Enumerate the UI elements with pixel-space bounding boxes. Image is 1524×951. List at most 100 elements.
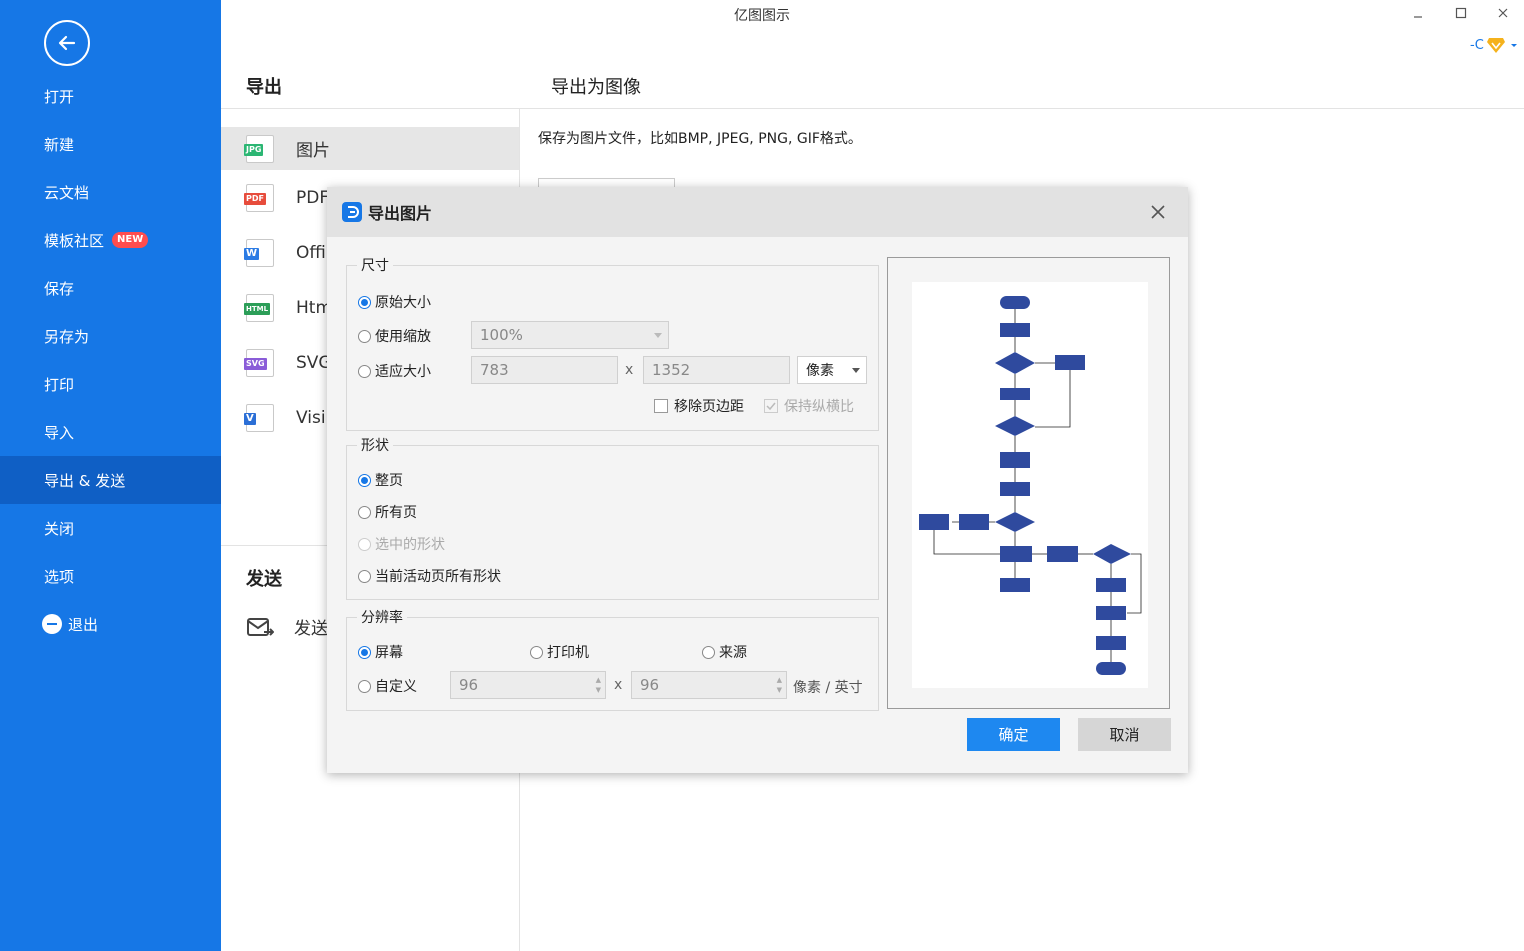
sidebar-item-label: 选项 <box>44 567 75 586</box>
sidebar-item-close[interactable]: 关闭 <box>0 504 221 552</box>
format-label: 图片 <box>296 141 330 161</box>
spinner-icon[interactable]: ▲ ▼ <box>777 675 782 695</box>
height-input[interactable]: 1352 <box>643 356 790 384</box>
sidebar-item-label: 保存 <box>44 279 75 298</box>
dpi-x-value: 96 <box>459 676 479 694</box>
shape-legend: 形状 <box>361 438 389 454</box>
format-item-image[interactable]: JPG 图片 <box>221 127 519 170</box>
resolution-legend: 分辨率 <box>361 610 403 626</box>
radio-indicator[interactable] <box>358 569 371 583</box>
radio-indicator[interactable] <box>358 679 371 693</box>
sidebar-item-label: 模板社区 <box>44 231 105 250</box>
format-label: Offi <box>296 242 326 263</box>
radio-label: 原始大小 <box>375 295 431 311</box>
sidebar-item-save-as[interactable]: 另存为 <box>0 312 221 360</box>
radio-whole-page[interactable]: 整页 <box>358 470 403 490</box>
radio-indicator[interactable] <box>358 473 371 487</box>
visio-file-icon: V <box>244 403 274 432</box>
cancel-button[interactable]: 取消 <box>1078 718 1171 751</box>
radio-screen[interactable]: 屏幕 <box>358 642 403 662</box>
radio-indicator[interactable] <box>358 505 371 519</box>
arrow-left-icon <box>58 35 76 51</box>
checkbox-indicator[interactable] <box>764 399 778 413</box>
chevron-down-icon <box>1510 44 1517 47</box>
dpi-x-input[interactable]: 96 ▲ ▼ <box>450 671 606 699</box>
spinner-icon[interactable]: ▲ ▼ <box>596 675 601 695</box>
radio-fit-size[interactable]: 适应大小 <box>358 361 431 381</box>
radio-indicator[interactable] <box>702 645 715 659</box>
dialog-close-button[interactable] <box>1146 200 1170 224</box>
sidebar-item-label: 导出 & 发送 <box>44 471 126 490</box>
times-sign: x <box>614 677 623 693</box>
radio-label: 当前活动页所有形状 <box>375 569 501 585</box>
minimize-button[interactable] <box>1403 3 1433 23</box>
sidebar-item-options[interactable]: 选项 <box>0 552 221 600</box>
sidebar-item-save[interactable]: 保存 <box>0 264 221 312</box>
sidebar-item-label: 云文档 <box>44 183 90 202</box>
dpi-y-value: 96 <box>640 676 660 694</box>
radio-source[interactable]: 来源 <box>702 642 747 662</box>
radio-indicator[interactable] <box>358 295 371 309</box>
send-mail-icon <box>247 617 274 636</box>
back-button[interactable] <box>44 20 90 66</box>
keep-ratio-checkbox[interactable]: 保持纵横比 <box>764 396 854 416</box>
radio-label: 来源 <box>719 645 747 661</box>
sidebar-item-templates[interactable]: 模板社区 NEW <box>0 216 221 264</box>
export-image-dialog: 导出图片 尺寸 原始大小 使用缩放 100% 适应大小 783 x 1352 像… <box>327 187 1188 773</box>
svg-file-icon: SVG <box>244 348 274 377</box>
radio-printer[interactable]: 打印机 <box>530 642 589 662</box>
send-item[interactable]: 发送 <box>246 614 328 639</box>
unit-select[interactable]: 像素 <box>797 356 867 384</box>
width-input[interactable]: 783 <box>471 356 618 384</box>
radio-indicator[interactable] <box>358 364 371 378</box>
exit-icon <box>42 614 62 634</box>
sidebar: 打开 新建 云文档 模板社区 NEW 保存 另存为 打印 导入 导出 & 发送 关… <box>0 0 221 951</box>
ok-button[interactable]: 确定 <box>967 718 1060 751</box>
remove-margin-checkbox[interactable]: 移除页边距 <box>654 396 744 416</box>
dpi-y-input[interactable]: 96 ▲ ▼ <box>631 671 787 699</box>
maximize-icon <box>1455 7 1467 19</box>
radio-use-zoom[interactable]: 使用缩放 <box>358 326 431 346</box>
sidebar-item-label: 导入 <box>44 423 75 442</box>
preview-page <box>912 282 1148 688</box>
close-window-button[interactable] <box>1488 3 1518 23</box>
checkbox-indicator[interactable] <box>654 399 668 413</box>
jpg-file-icon: JPG <box>244 134 274 163</box>
radio-indicator[interactable] <box>358 537 371 551</box>
format-label: Visi <box>296 407 326 428</box>
pdf-file-icon: PDF <box>244 183 274 212</box>
sidebar-item-import[interactable]: 导入 <box>0 408 221 456</box>
width-value: 783 <box>480 361 509 379</box>
sidebar-item-label: 退出 <box>68 615 99 634</box>
radio-label: 屏幕 <box>375 645 403 661</box>
vip-diamond-icon <box>1486 38 1505 53</box>
sidebar-item-open[interactable]: 打开 <box>0 72 221 120</box>
radio-all-pages[interactable]: 所有页 <box>358 502 417 522</box>
sidebar-item-cloud[interactable]: 云文档 <box>0 168 221 216</box>
radio-indicator[interactable] <box>358 645 371 659</box>
radio-original-size[interactable]: 原始大小 <box>358 292 431 312</box>
zoom-select[interactable]: 100% <box>471 321 669 349</box>
radio-selected-shapes[interactable]: 选中的形状 <box>358 534 445 554</box>
radio-current-page-shapes[interactable]: 当前活动页所有形状 <box>358 566 501 586</box>
minimize-icon <box>1414 16 1422 18</box>
sidebar-nav: 打开 新建 云文档 模板社区 NEW 保存 另存为 打印 导入 导出 & 发送 关… <box>0 72 221 648</box>
sidebar-item-export-send[interactable]: 导出 & 发送 <box>0 456 221 504</box>
format-label: PDF <box>296 187 330 208</box>
export-image-header: 导出为图像 <box>551 77 641 98</box>
radio-label: 使用缩放 <box>375 329 431 345</box>
sidebar-item-new[interactable]: 新建 <box>0 120 221 168</box>
radio-custom[interactable]: 自定义 <box>358 676 417 696</box>
size-legend: 尺寸 <box>361 258 389 274</box>
sidebar-item-print[interactable]: 打印 <box>0 360 221 408</box>
unit-value: 像素 <box>806 363 834 379</box>
user-menu[interactable]: -C <box>1470 36 1519 54</box>
maximize-button[interactable] <box>1446 3 1476 23</box>
app-title: 亿图图示 <box>734 8 790 24</box>
radio-indicator[interactable] <box>358 329 371 343</box>
sidebar-item-exit[interactable]: 退出 <box>0 600 221 648</box>
radio-label: 整页 <box>375 473 403 489</box>
radio-label: 所有页 <box>375 505 417 521</box>
dialog-title: 导出图片 <box>368 204 433 223</box>
radio-indicator[interactable] <box>530 645 543 659</box>
